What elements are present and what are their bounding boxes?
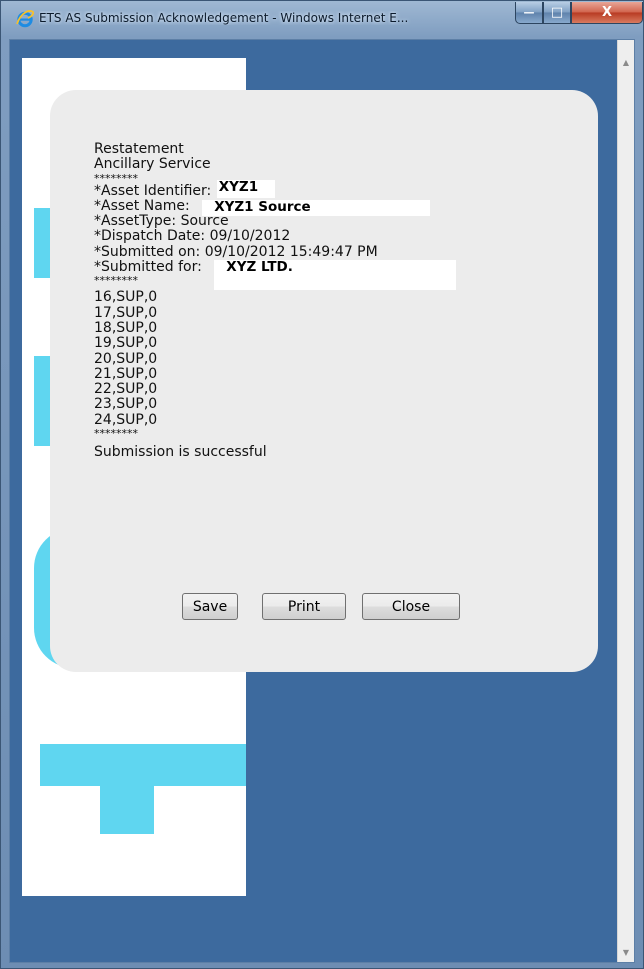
asset-name-label: *Asset Name: xyxy=(94,197,190,214)
record-line: 22,SUP,0 xyxy=(94,381,158,398)
asset-identifier-row: *Asset Identifier: XYZ1 xyxy=(94,179,564,199)
internet-explorer-icon xyxy=(16,10,35,28)
page-viewport: ▲ ▼ Restatement Ancillary Service ******… xyxy=(9,39,635,963)
close-button[interactable]: Close xyxy=(362,593,460,620)
record-line: 17,SUP,0 xyxy=(94,304,158,321)
close-icon: X xyxy=(601,5,613,20)
record-line: 20,SUP,0 xyxy=(94,350,158,367)
window-close-button[interactable]: X xyxy=(571,2,643,24)
submitted-for-row: *Submitted for: XYZ LTD. xyxy=(94,259,564,291)
record-line: 18,SUP,0 xyxy=(94,319,158,336)
minimize-button[interactable]: — xyxy=(515,2,543,24)
print-button[interactable]: Print xyxy=(262,593,346,620)
vertical-scrollbar[interactable]: ▲ ▼ xyxy=(617,40,634,962)
asset-identifier-value: XYZ1 xyxy=(216,179,275,198)
submitted-on: *Submitted on: 09/10/2012 15:49:47 PM xyxy=(94,243,378,260)
scroll-down-icon[interactable]: ▼ xyxy=(618,944,634,960)
maximize-icon: □ xyxy=(550,5,564,20)
record-list: 16,SUP,0 17,SUP,0 18,SUP,0 19,SUP,0 20,S… xyxy=(94,290,564,428)
save-button[interactable]: Save xyxy=(182,593,238,620)
asset-identifier-label: *Asset Identifier: xyxy=(94,182,212,199)
scroll-up-icon[interactable]: ▲ xyxy=(618,54,634,70)
maximize-button[interactable]: □ xyxy=(543,2,571,24)
logo-shape xyxy=(100,744,154,834)
title-bar[interactable]: ETS AS Submission Acknowledgement - Wind… xyxy=(1,1,643,39)
submitted-for-label: *Submitted for: xyxy=(94,259,202,276)
record-line: 16,SUP,0 xyxy=(94,289,158,306)
acknowledgement-text: Restatement Ancillary Service ******** *… xyxy=(94,141,564,461)
submission-acknowledgement-dialog: Restatement Ancillary Service ******** *… xyxy=(50,90,598,672)
heading-restatement: Restatement xyxy=(94,141,184,157)
record-line: 19,SUP,0 xyxy=(94,335,158,352)
browser-window: ETS AS Submission Acknowledgement - Wind… xyxy=(0,0,644,969)
dispatch-date: *Dispatch Date: 09/10/2012 xyxy=(94,228,291,245)
record-line: 21,SUP,0 xyxy=(94,365,158,382)
separator: ******** xyxy=(94,274,138,288)
separator: ******** xyxy=(94,171,138,185)
record-line: 24,SUP,0 xyxy=(94,411,158,428)
asset-name-row: *Asset Name: XYZ1 Source xyxy=(94,197,564,216)
status-message: Submission is successful xyxy=(94,444,267,461)
asset-type: *AssetType: Source xyxy=(94,213,229,230)
minimize-icon: — xyxy=(523,6,535,19)
heading-ancillary-service: Ancillary Service xyxy=(94,156,211,173)
window-title: ETS AS Submission Acknowledgement - Wind… xyxy=(39,11,409,25)
record-line: 23,SUP,0 xyxy=(94,396,158,413)
separator: ******** xyxy=(94,427,138,441)
